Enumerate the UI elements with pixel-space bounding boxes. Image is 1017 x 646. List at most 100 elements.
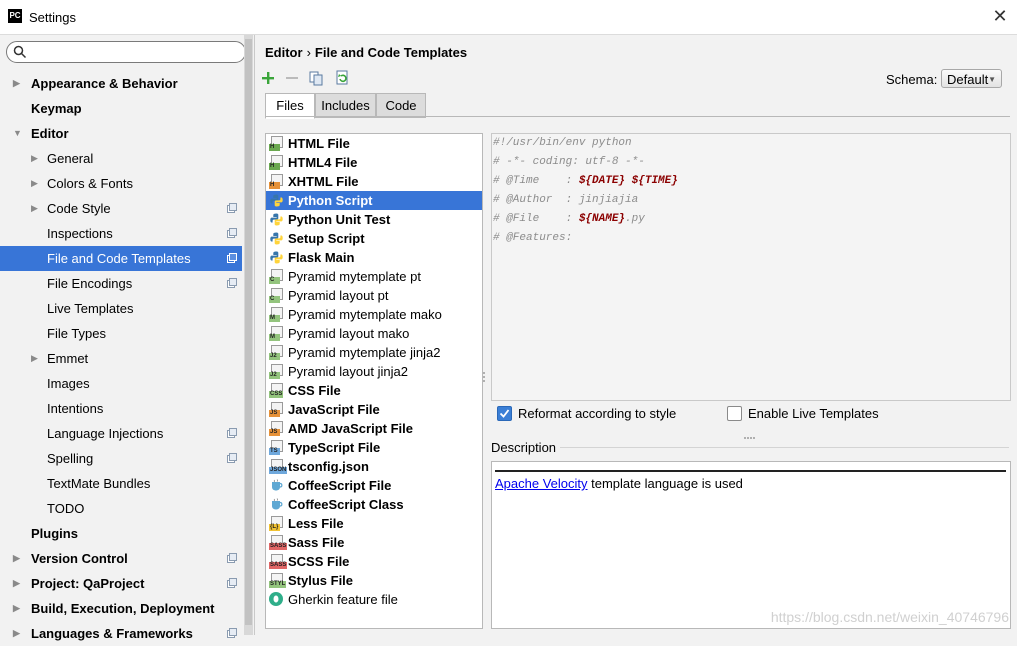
splitter[interactable]	[254, 35, 255, 635]
description-rule	[495, 470, 1006, 472]
tab-includes[interactable]: Includes	[315, 93, 376, 118]
template-item[interactable]: J2 Pyramid mytemplate jinja2	[266, 343, 482, 362]
apache-velocity-link[interactable]: Apache Velocity	[495, 476, 588, 491]
sidebar-item-label: TextMate Bundles	[47, 476, 151, 491]
scrollbar-thumb[interactable]	[245, 39, 252, 625]
sidebar-item-label: Languages & Frameworks	[31, 626, 193, 641]
templates-list[interactable]: H HTML File H HTML4 File H XHTML File Python S…	[265, 133, 483, 629]
template-item[interactable]: JS JavaScript File	[266, 400, 482, 419]
template-item[interactable]: JSON tsconfig.json	[266, 457, 482, 476]
sidebar-item-label: Colors & Fonts	[47, 176, 133, 191]
sidebar-item-file-and-code-templates[interactable]: File and Code Templates	[0, 246, 242, 271]
sidebar-item-plugins[interactable]: Plugins	[0, 521, 242, 546]
collapsed-arrow-icon[interactable]: ▶	[13, 546, 20, 571]
remove-icon[interactable]	[284, 70, 300, 86]
template-item[interactable]: CoffeeScript Class	[266, 495, 482, 514]
template-item[interactable]: Setup Script	[266, 229, 482, 248]
checkbox-checked[interactable]	[497, 406, 512, 421]
template-variable: ${NAME}	[578, 213, 626, 225]
sidebar-item-spelling[interactable]: Spelling	[0, 446, 242, 471]
sidebar-item-code-style[interactable]: ▶ Code Style	[0, 196, 242, 221]
collapsed-arrow-icon[interactable]: ▶	[31, 171, 38, 196]
collapsed-arrow-icon[interactable]: ▶	[31, 146, 38, 171]
schema-select[interactable]: Default ▼	[941, 69, 1002, 88]
template-item[interactable]: J2 Pyramid layout jinja2	[266, 362, 482, 381]
coffeescript-file-icon	[269, 478, 283, 493]
template-item-label: Pyramid mytemplate pt	[288, 269, 421, 284]
template-item[interactable]: SASS SCSS File	[266, 552, 482, 571]
schema-value: Default	[947, 72, 989, 87]
sidebar-item-file-types[interactable]: File Types	[0, 321, 242, 346]
file-h-icon: H	[269, 136, 283, 151]
expanded-arrow-icon[interactable]: ▼	[13, 121, 22, 146]
sidebar-item-todo[interactable]: TODO	[0, 496, 242, 521]
sidebar-item-version-control[interactable]: ▶ Version Control	[0, 546, 242, 571]
template-item[interactable]: STYL Stylus File	[266, 571, 482, 590]
pycharm-app-icon: PC	[8, 9, 22, 23]
sidebar-scrollbar[interactable]	[244, 35, 253, 635]
sidebar-item-label: File Types	[47, 326, 107, 341]
template-editor[interactable]: #!/usr/bin/env python # -*- coding: utf-8…	[491, 133, 1011, 401]
vertical-splitter-grip[interactable]	[483, 372, 487, 386]
sidebar-item-live-templates[interactable]: Live Templates	[0, 296, 242, 321]
template-item[interactable]: H HTML File	[266, 134, 482, 153]
sidebar-item-colors-fonts[interactable]: ▶ Colors & Fonts	[0, 171, 242, 196]
sidebar-item-label: Editor	[31, 126, 69, 141]
sidebar-item-keymap[interactable]: Keymap	[0, 96, 242, 121]
template-item[interactable]: SASS Sass File	[266, 533, 482, 552]
template-item[interactable]: C Pyramid layout pt	[266, 286, 482, 305]
horizontal-splitter-grip[interactable]	[744, 427, 758, 439]
file-l-icon: {L}	[269, 516, 283, 531]
file-json-icon: JSON	[269, 459, 288, 474]
collapsed-arrow-icon[interactable]: ▶	[31, 196, 38, 221]
template-item-label: Python Unit Test	[288, 212, 391, 227]
sidebar-item-file-encodings[interactable]: File Encodings	[0, 271, 242, 296]
collapsed-arrow-icon[interactable]: ▶	[13, 71, 20, 96]
template-item-label: XHTML File	[288, 174, 359, 189]
sidebar-item-emmet[interactable]: ▶ Emmet	[0, 346, 242, 371]
template-item[interactable]: TS TypeScript File	[266, 438, 482, 457]
template-item[interactable]: H HTML4 File	[266, 153, 482, 172]
template-item[interactable]: Gherkin feature file	[266, 590, 482, 609]
sidebar-item-images[interactable]: Images	[0, 371, 242, 396]
template-item[interactable]: CoffeeScript File	[266, 476, 482, 495]
template-item[interactable]: {L} Less File	[266, 514, 482, 533]
template-item[interactable]: Python Script	[266, 191, 482, 210]
close-icon[interactable]: ✕	[989, 5, 1011, 27]
sidebar-item-project-qaproject[interactable]: ▶ Project: QaProject	[0, 571, 242, 596]
template-item-label: Pyramid mytemplate jinja2	[288, 345, 441, 360]
collapsed-arrow-icon[interactable]: ▶	[31, 346, 38, 371]
sidebar-item-intentions[interactable]: Intentions	[0, 396, 242, 421]
project-scope-icon	[227, 578, 237, 588]
sidebar-item-editor[interactable]: ▼ Editor	[0, 121, 242, 146]
project-scope-icon	[227, 453, 237, 463]
template-item[interactable]: C Pyramid mytemplate pt	[266, 267, 482, 286]
collapsed-arrow-icon[interactable]: ▶	[13, 571, 20, 596]
template-item-label: Less File	[288, 516, 344, 531]
add-icon[interactable]	[260, 70, 276, 86]
template-item[interactable]: JS AMD JavaScript File	[266, 419, 482, 438]
template-item[interactable]: H XHTML File	[266, 172, 482, 191]
checkbox-unchecked[interactable]	[727, 406, 742, 421]
search-input[interactable]	[6, 41, 246, 63]
file-j2-icon: J2	[269, 345, 283, 360]
sidebar-item-general[interactable]: ▶ General	[0, 146, 242, 171]
template-item[interactable]: M Pyramid layout mako	[266, 324, 482, 343]
sidebar-item-appearance-behavior[interactable]: ▶ Appearance & Behavior	[0, 71, 242, 96]
sidebar-item-build-execution-deployment[interactable]: ▶ Build, Execution, Deployment	[0, 596, 242, 621]
collapsed-arrow-icon[interactable]: ▶	[13, 621, 20, 646]
template-item[interactable]: Flask Main	[266, 248, 482, 267]
template-item[interactable]: CSS CSS File	[266, 381, 482, 400]
reset-icon[interactable]	[334, 70, 350, 86]
sidebar-item-inspections[interactable]: Inspections	[0, 221, 242, 246]
template-item-label: Pyramid layout jinja2	[288, 364, 408, 379]
sidebar-item-textmate-bundles[interactable]: TextMate Bundles	[0, 471, 242, 496]
sidebar-item-languages-frameworks[interactable]: ▶ Languages & Frameworks	[0, 621, 242, 646]
file-ts-icon: TS	[269, 440, 283, 455]
template-item[interactable]: M Pyramid mytemplate mako	[266, 305, 482, 324]
collapsed-arrow-icon[interactable]: ▶	[13, 596, 20, 621]
template-item[interactable]: Python Unit Test	[266, 210, 482, 229]
copy-icon[interactable]	[308, 70, 324, 86]
sidebar-item-language-injections[interactable]: Language Injections	[0, 421, 242, 446]
tab-code[interactable]: Code	[376, 93, 426, 118]
